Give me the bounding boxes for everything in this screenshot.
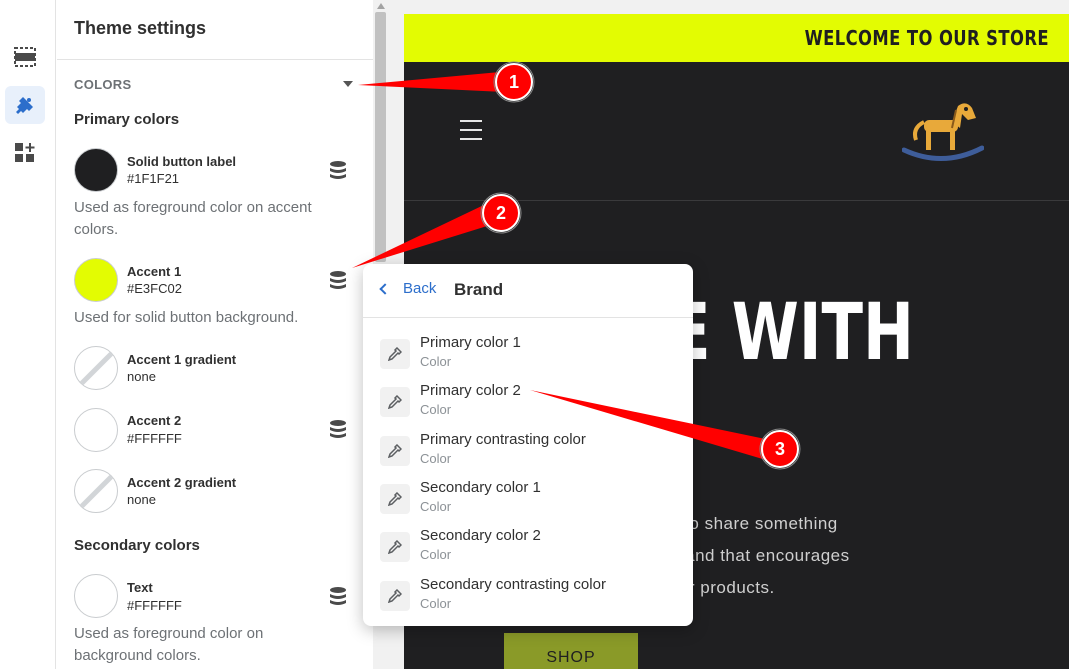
back-button[interactable]: Back	[379, 280, 437, 297]
panel-title: Theme settings	[74, 18, 207, 38]
eyedropper-icon	[380, 436, 410, 466]
rail-sections-button[interactable]	[5, 38, 45, 76]
sections-icon	[14, 47, 36, 67]
setting-name: Accent 1 gradient	[127, 352, 237, 367]
theme-settings-panel: Theme settings COLORS Primary colors Sol…	[57, 0, 373, 669]
hero-body-line: e to share something	[669, 514, 838, 533]
apps-add-icon	[15, 143, 35, 162]
panel-divider	[57, 59, 373, 60]
brand-item-primary-color-2[interactable]: Primary color 2 Color	[363, 382, 693, 430]
database-icon[interactable]	[329, 160, 347, 180]
setting-value: #E3FC02	[127, 281, 182, 296]
swatch-solid-button-label[interactable]	[74, 148, 118, 192]
hero-body-line: brand that encourages	[669, 546, 850, 565]
hero-title: E WITH	[669, 288, 914, 378]
brand-item-label: Secondary contrasting color	[420, 576, 606, 593]
setting-help: Used as foreground color on accent color…	[74, 199, 312, 238]
hero-body: e to share something brand that encourag…	[669, 508, 899, 604]
brand-item-secondary-color-2[interactable]: Secondary color 2 Color	[363, 527, 693, 575]
setting-value: #1F1F21	[127, 171, 180, 186]
menu-hamburger-icon[interactable]	[460, 120, 482, 147]
eyedropper-icon	[380, 387, 410, 417]
brand-item-label: Primary color 1	[420, 334, 521, 351]
brand-item-sublabel: Color	[420, 499, 452, 514]
setting-name: Text	[127, 580, 153, 595]
brand-item-primary-color-1[interactable]: Primary color 1 Color	[363, 334, 693, 382]
announcement-bar: WELCOME TO OUR STORE	[404, 14, 1069, 62]
scroll-up-arrow-icon[interactable]	[377, 3, 385, 9]
database-icon[interactable]	[329, 419, 347, 439]
setting-value: #FFFFFF	[127, 431, 182, 446]
rail-theme-settings-button[interactable]	[5, 86, 45, 124]
setting-name: Solid button label	[127, 154, 237, 169]
secondary-colors-title: Secondary colors	[74, 537, 200, 554]
eyedropper-icon	[380, 339, 410, 369]
swatch-text[interactable]	[74, 574, 118, 618]
brand-item-label: Primary contrasting color	[420, 431, 586, 448]
chevron-left-icon	[379, 282, 391, 295]
database-icon[interactable]	[329, 270, 347, 290]
announcement-text: WELCOME TO OUR STORE	[804, 26, 1049, 50]
rail-apps-button[interactable]	[5, 134, 45, 172]
setting-name: Accent 2	[127, 413, 182, 428]
shop-button[interactable]: SHOP	[504, 633, 638, 669]
swatch-accent-2[interactable]	[74, 408, 118, 452]
eyedropper-icon	[380, 532, 410, 562]
brand-item-secondary-contrasting-color[interactable]: Secondary contrasting color Color	[363, 576, 693, 624]
popover-title: Brand	[454, 280, 504, 299]
brand-item-label: Primary color 2	[420, 382, 521, 399]
setting-help: Used as foreground color on background c…	[74, 625, 264, 664]
setting-name: Accent 1	[127, 264, 182, 279]
swatch-accent-1[interactable]	[74, 258, 118, 302]
left-rail	[0, 0, 56, 669]
brand-item-label: Secondary color 1	[420, 479, 541, 496]
back-label: Back	[403, 280, 437, 297]
eyedropper-icon	[380, 484, 410, 514]
brand-item-sublabel: Color	[420, 354, 452, 369]
primary-colors-title: Primary colors	[74, 111, 180, 128]
brand-item-sublabel: Color	[420, 596, 452, 611]
database-icon[interactable]	[329, 586, 347, 606]
swatch-accent-2-gradient[interactable]	[74, 469, 118, 513]
setting-name: Accent 2 gradient	[127, 475, 237, 490]
setting-value: #FFFFFF	[127, 598, 182, 613]
brand-item-sublabel: Color	[420, 402, 452, 417]
popover-divider	[363, 317, 693, 318]
setting-value: none	[127, 369, 156, 384]
swatch-accent-1-gradient[interactable]	[74, 346, 118, 390]
eyedropper-icon	[380, 581, 410, 611]
rocking-horse-logo	[902, 103, 984, 161]
scroll-thumb[interactable]	[375, 12, 386, 262]
setting-help: Used for solid button background.	[74, 309, 299, 326]
brand-item-sublabel: Color	[420, 451, 452, 466]
colors-section-label[interactable]: COLORS	[74, 77, 131, 92]
brand-popover: Back Brand Primary color 1 Color Primary…	[363, 264, 693, 626]
setting-value: none	[127, 492, 156, 507]
brand-item-sublabel: Color	[420, 547, 452, 562]
brand-item-secondary-color-1[interactable]: Secondary color 1 Color	[363, 479, 693, 527]
collapse-caret-icon[interactable]	[343, 81, 353, 87]
brand-item-label: Secondary color 2	[420, 527, 541, 544]
header-divider	[404, 200, 1069, 201]
hero-body-line: our products.	[669, 578, 775, 597]
brand-item-primary-contrasting-color[interactable]: Primary contrasting color Color	[363, 431, 693, 479]
paintbrush-icon	[16, 97, 33, 114]
